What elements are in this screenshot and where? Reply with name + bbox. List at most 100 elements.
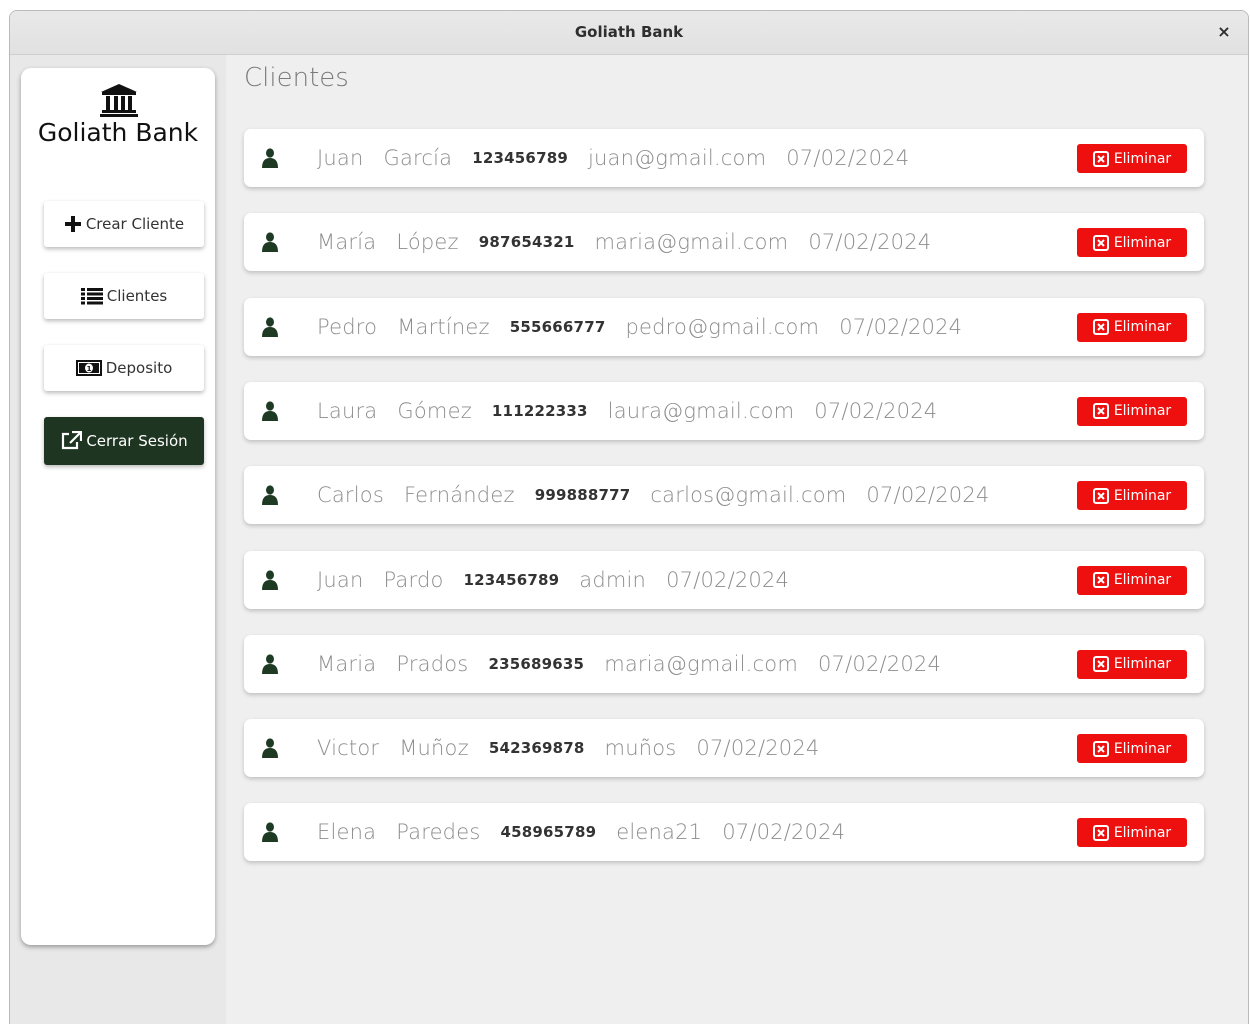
client-last-name: Martínez xyxy=(397,314,490,339)
client-fields: Victor Muñoz 542369878 muños 07/02/2024 xyxy=(317,719,839,777)
client-first-name: Victor xyxy=(317,736,380,761)
client-date: 07/02/2024 xyxy=(808,230,932,255)
client-row: Carlos Fernández 999888777 carlos@gmail.com… xyxy=(244,466,1204,525)
delete-button[interactable]: Eliminar xyxy=(1077,649,1187,679)
close-square-icon xyxy=(1092,656,1109,673)
close-square-icon xyxy=(1092,824,1109,841)
brand-name: Goliath Bank xyxy=(37,118,199,147)
delete-button[interactable]: Eliminar xyxy=(1077,818,1187,848)
delete-button[interactable]: Eliminar xyxy=(1077,228,1187,258)
delete-label: Eliminar xyxy=(1113,234,1172,251)
create-client-label: Crear Cliente xyxy=(85,215,185,233)
client-last-name: Fernández xyxy=(404,483,515,508)
close-square-icon xyxy=(1092,234,1109,251)
client-row: Laura Gómez 111222333 laura@gmail.com 07/02/… xyxy=(244,381,1204,440)
client-fields: Juan García 123456789 juan@gmail.com 07/02/2… xyxy=(317,129,929,187)
page-title: Clientes xyxy=(244,63,349,93)
client-row: María López 987654321 maria@gmail.com 07/02/… xyxy=(244,213,1204,272)
user-icon xyxy=(262,485,278,506)
client-row: Juan García 123456789 juan@gmail.com 07/02/2… xyxy=(244,129,1204,187)
logout-label: Cerrar Sesión xyxy=(86,432,188,450)
client-last-name: Paredes xyxy=(396,820,481,845)
delete-button[interactable]: Eliminar xyxy=(1077,144,1187,173)
client-row: Juan Pardo 123456789 admin 07/02/2024 Elimina… xyxy=(244,550,1204,609)
money-bill-icon: 1 xyxy=(75,360,102,376)
client-first-name: Elena xyxy=(317,820,377,845)
delete-button[interactable]: Eliminar xyxy=(1077,565,1187,595)
client-date: 07/02/2024 xyxy=(817,651,942,676)
client-fields: Maria Prados 235689635 maria@gmail.com 07/02… xyxy=(317,635,961,693)
client-email: elena21 xyxy=(616,820,703,845)
client-last-name: Pardo xyxy=(383,567,444,592)
client-date: 07/02/2024 xyxy=(786,146,910,170)
client-row: Elena Paredes 458965789 elena21 07/02/2024 El… xyxy=(244,803,1204,862)
client-id: 111222333 xyxy=(491,401,588,420)
user-icon xyxy=(262,401,278,421)
bank-icon xyxy=(100,84,138,117)
user-icon xyxy=(262,654,278,674)
user-icon xyxy=(262,569,278,590)
user-icon xyxy=(262,232,278,253)
client-email: muños xyxy=(604,736,677,761)
client-last-name: Muñoz xyxy=(399,736,469,761)
delete-label: Eliminar xyxy=(1113,150,1172,167)
user-icon xyxy=(262,738,278,759)
delete-button[interactable]: Eliminar xyxy=(1077,481,1187,511)
delete-button[interactable]: Eliminar xyxy=(1077,396,1187,426)
external-link-icon xyxy=(62,431,83,450)
close-square-icon xyxy=(1092,403,1109,420)
client-row: Victor Muñoz 542369878 muños 07/02/2024 Elimi… xyxy=(244,719,1204,778)
client-first-name: Juan xyxy=(317,567,364,592)
clients-label: Clientes xyxy=(106,287,168,305)
client-fields: Elena Paredes 458965789 elena21 07/02/2024 xyxy=(317,803,865,861)
plus-icon xyxy=(64,216,81,232)
clients-button[interactable]: Clientes xyxy=(44,273,204,319)
client-email: juan@gmail.com xyxy=(587,146,767,170)
client-id: 123456789 xyxy=(472,149,568,167)
client-email: admin xyxy=(579,567,647,592)
delete-button[interactable]: Eliminar xyxy=(1077,312,1187,342)
delete-label: Eliminar xyxy=(1113,740,1172,757)
client-first-name: Juan xyxy=(317,146,364,170)
client-email: maria@gmail.com xyxy=(594,230,789,255)
client-id: 555666777 xyxy=(509,317,606,336)
client-last-name: Gómez xyxy=(397,398,472,423)
user-icon xyxy=(262,316,278,337)
client-first-name: Laura xyxy=(317,398,378,423)
client-last-name: García xyxy=(383,146,453,170)
delete-label: Eliminar xyxy=(1113,824,1172,841)
client-date: 07/02/2024 xyxy=(696,736,820,761)
window-title: Goliath Bank xyxy=(574,23,684,41)
delete-button[interactable]: Eliminar xyxy=(1077,734,1187,764)
svg-text:1: 1 xyxy=(86,365,91,373)
close-square-icon xyxy=(1092,150,1109,167)
client-date: 07/02/2024 xyxy=(866,483,990,508)
logout-button[interactable]: Cerrar Sesión xyxy=(44,417,204,465)
client-date: 07/02/2024 xyxy=(814,398,938,423)
client-email: laura@gmail.com xyxy=(607,398,795,423)
client-first-name: Maria xyxy=(317,651,377,676)
close-square-icon xyxy=(1092,572,1109,588)
delete-label: Eliminar xyxy=(1113,487,1172,504)
list-icon xyxy=(80,288,103,305)
delete-label: Eliminar xyxy=(1113,403,1172,420)
client-fields: María López 987654321 maria@gmail.com 07/02/… xyxy=(317,213,951,271)
deposit-label: Deposito xyxy=(105,359,173,377)
client-first-name: Pedro xyxy=(317,314,378,339)
close-square-icon xyxy=(1092,487,1109,504)
client-date: 07/02/2024 xyxy=(722,820,846,845)
deposit-button[interactable]: 1 Deposito xyxy=(44,345,204,391)
client-id: 999888777 xyxy=(534,486,631,505)
client-email: carlos@gmail.com xyxy=(650,483,847,508)
close-square-icon xyxy=(1092,319,1109,336)
close-square-icon xyxy=(1092,740,1109,757)
client-fields: Pedro Martínez 555666777 pedro@gmail.com 07/… xyxy=(317,298,982,356)
create-client-button[interactable]: Crear Cliente xyxy=(44,201,204,247)
client-last-name: Prados xyxy=(396,651,469,676)
title-bar: Goliath Bank × xyxy=(10,11,1248,55)
delete-label: Eliminar xyxy=(1113,572,1172,588)
client-fields: Juan Pardo 123456789 admin 07/02/2024 xyxy=(317,551,809,609)
user-icon xyxy=(262,148,278,168)
close-button[interactable]: × xyxy=(1214,21,1234,43)
client-email: pedro@gmail.com xyxy=(625,314,820,339)
